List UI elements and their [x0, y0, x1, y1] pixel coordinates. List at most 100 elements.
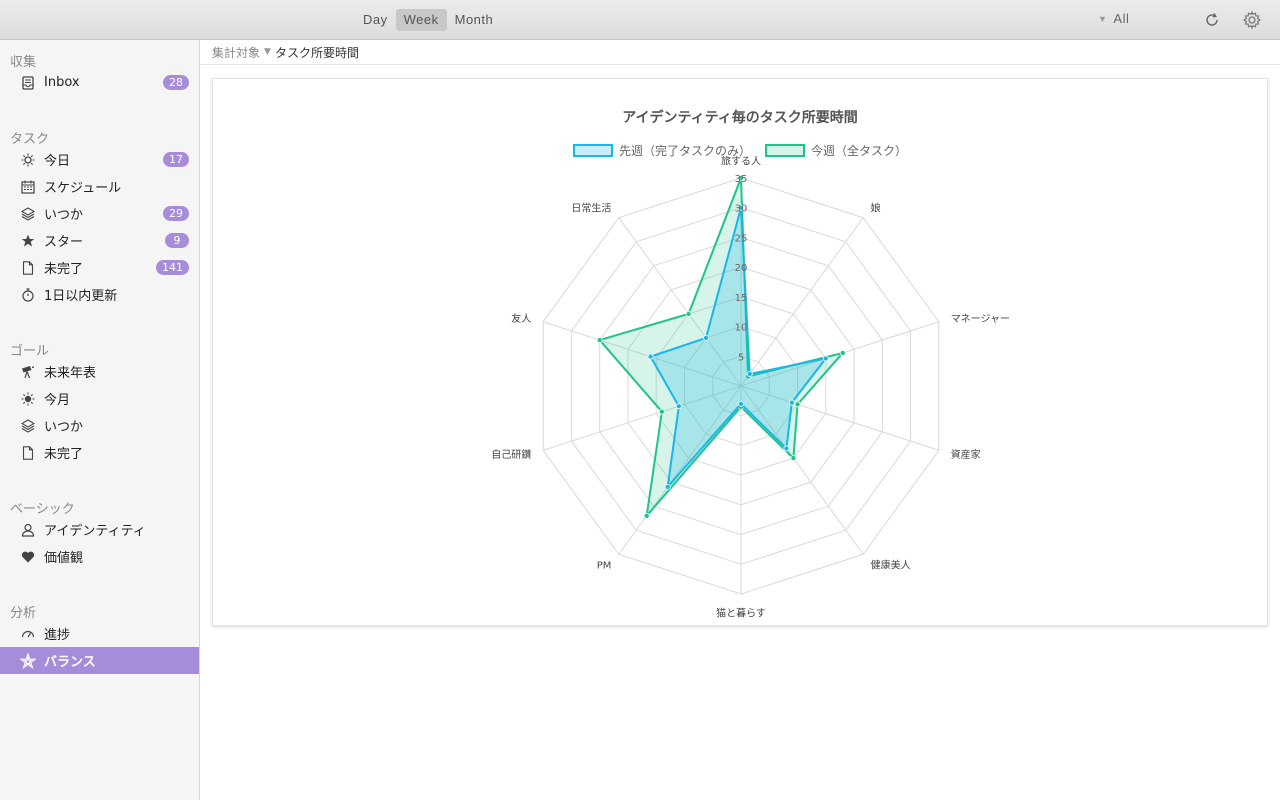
data-point — [783, 445, 790, 452]
tick-label: 20 — [735, 263, 748, 274]
tick-label: 10 — [735, 323, 748, 334]
sidebar-item-label: 未完了 — [44, 447, 84, 462]
count-badge: 141 — [156, 260, 189, 275]
sidebar-item-goals-incomplete[interactable]: 未完了 — [0, 439, 199, 466]
data-point — [596, 337, 603, 344]
axis-label: 娘 — [871, 202, 881, 215]
section-title-analysis: 分析 — [10, 606, 37, 621]
section-title-collect: 収集 — [10, 55, 37, 70]
axis-label: マネージャー — [951, 313, 1010, 325]
sidebar-item-someday[interactable]: いつか 29 — [0, 200, 199, 227]
data-point — [685, 310, 692, 317]
sun-icon — [20, 391, 36, 407]
chart-card: 5 10 15 20 25 30 35 旅する人娘マネージャー 資産家 健康美人 猫と暮らす PM 自己… — [212, 78, 1268, 626]
axis-label: 日常生活 — [571, 202, 611, 215]
legend-swatch — [572, 144, 613, 157]
sidebar-item-identity[interactable]: アイデンティティ — [0, 516, 199, 543]
sidebar-item-label: いつか — [44, 420, 84, 435]
count-badge: 29 — [163, 206, 189, 221]
sidebar-item-label: スター — [44, 235, 84, 250]
legend-item-last-week[interactable]: 先週（完了タスクのみ） — [572, 142, 751, 159]
legend-label: 今週（全タスク） — [811, 144, 908, 158]
sidebar-item-label: 未来年表 — [44, 366, 97, 381]
data-point — [794, 401, 801, 408]
sidebar-item-values[interactable]: 価値観 — [0, 543, 199, 570]
axis-label: 自己研鑽 — [491, 448, 531, 461]
section-title-goals: ゴール — [10, 344, 50, 359]
sidebar-item-starred[interactable]: スター 9 — [0, 227, 199, 254]
data-point — [839, 349, 846, 356]
dropdown-triangle-icon: ▼ — [264, 47, 271, 57]
toolbar: Day Week Month ▼ All — [0, 0, 1280, 40]
layers-icon — [20, 418, 36, 434]
inbox-icon — [20, 75, 36, 91]
dropdown-triangle-icon: ▼ — [1098, 13, 1108, 24]
sidebar-item-today[interactable]: 今日 17 — [0, 146, 199, 173]
sidebar-item-goals-someday[interactable]: いつか — [0, 412, 199, 439]
sidebar-item-this-month[interactable]: 今月 — [0, 385, 199, 412]
sidebar-item-label: アイデンティティ — [44, 524, 146, 539]
breadcrumb-label: 集計対象 — [212, 45, 261, 60]
legend-label: 先週（完了タスクのみ） — [618, 144, 751, 158]
radar-icon — [20, 652, 36, 669]
person-icon — [20, 522, 36, 538]
sidebar-item-incomplete[interactable]: 未完了 141 — [0, 254, 199, 281]
legend-item-this-week[interactable]: 今週（全タスク） — [765, 142, 907, 159]
range-month-button[interactable]: Month — [447, 9, 502, 31]
gear-icon[interactable] — [1242, 10, 1262, 30]
data-point — [643, 512, 650, 519]
axis-label: 健康美人 — [871, 558, 911, 571]
tick-label: 25 — [735, 233, 748, 244]
data-point — [647, 353, 654, 360]
data-point — [822, 355, 829, 362]
data-point — [746, 370, 753, 377]
telescope-icon — [20, 364, 36, 380]
axis-label: 資産家 — [951, 448, 981, 461]
count-badge: 17 — [163, 152, 189, 167]
sidebar-item-balance[interactable]: バランス — [0, 647, 199, 674]
tick-label: 30 — [735, 204, 748, 215]
sidebar-item-label: 進捗 — [44, 628, 71, 643]
heart-icon — [20, 549, 36, 565]
sidebar-item-future-timeline[interactable]: 未来年表 — [0, 358, 199, 385]
sidebar-item-label: 今日 — [44, 154, 71, 169]
sidebar-item-inbox[interactable]: Inbox 28 — [0, 69, 199, 96]
tick-label: 35 — [735, 174, 748, 185]
data-point — [658, 408, 665, 415]
gauge-icon — [20, 626, 36, 642]
sidebar-item-label: いつか — [44, 208, 84, 223]
sidebar-item-label: 今月 — [44, 393, 71, 408]
axis-label: 友人 — [511, 312, 531, 325]
sidebar-item-schedule[interactable]: スケジュール — [0, 173, 199, 200]
data-point — [790, 455, 797, 462]
chart-legend: 先週（完了タスクのみ） 今週（全タスク） — [213, 142, 1267, 159]
range-week-button[interactable]: Week — [395, 9, 447, 31]
count-badge: 28 — [163, 75, 189, 90]
series-area — [649, 206, 827, 488]
chart-title: アイデンティティ毎のタスク所要時間 — [622, 110, 858, 126]
sidebar-item-progress[interactable]: 進捗 — [0, 620, 199, 647]
sidebar-item-recently-updated[interactable]: 1日以内更新 — [0, 281, 199, 308]
filter-dropdown[interactable]: ▼ All — [1098, 11, 1129, 26]
refresh-icon[interactable] — [1202, 10, 1222, 30]
count-badge: 9 — [165, 233, 189, 248]
filter-label: All — [1113, 11, 1130, 26]
metric-selector[interactable]: タスク所要時間 — [275, 44, 359, 61]
range-day-button[interactable]: Day — [355, 9, 396, 31]
tick-label: 15 — [735, 293, 748, 304]
document-icon — [20, 445, 36, 461]
sidebar-item-label: スケジュール — [44, 181, 122, 196]
radar-chart: 5101520253035旅する人娘マネージャー資産家健康美人猫と暮らすPM自己… — [491, 155, 1010, 620]
sidebar-item-label: 1日以内更新 — [44, 289, 118, 304]
sun-icon — [20, 152, 36, 168]
data-point — [675, 403, 682, 410]
sidebar-item-label: 価値観 — [44, 551, 84, 566]
section-title-basics: ベーシック — [10, 502, 75, 517]
legend-swatch — [765, 144, 805, 157]
axis-label: 猫と暮らす — [716, 606, 766, 619]
data-point — [738, 400, 745, 407]
calendar-icon — [20, 179, 36, 195]
stopwatch-icon — [20, 287, 36, 303]
sidebar-item-label: バランス — [44, 655, 96, 670]
data-point — [703, 334, 710, 341]
